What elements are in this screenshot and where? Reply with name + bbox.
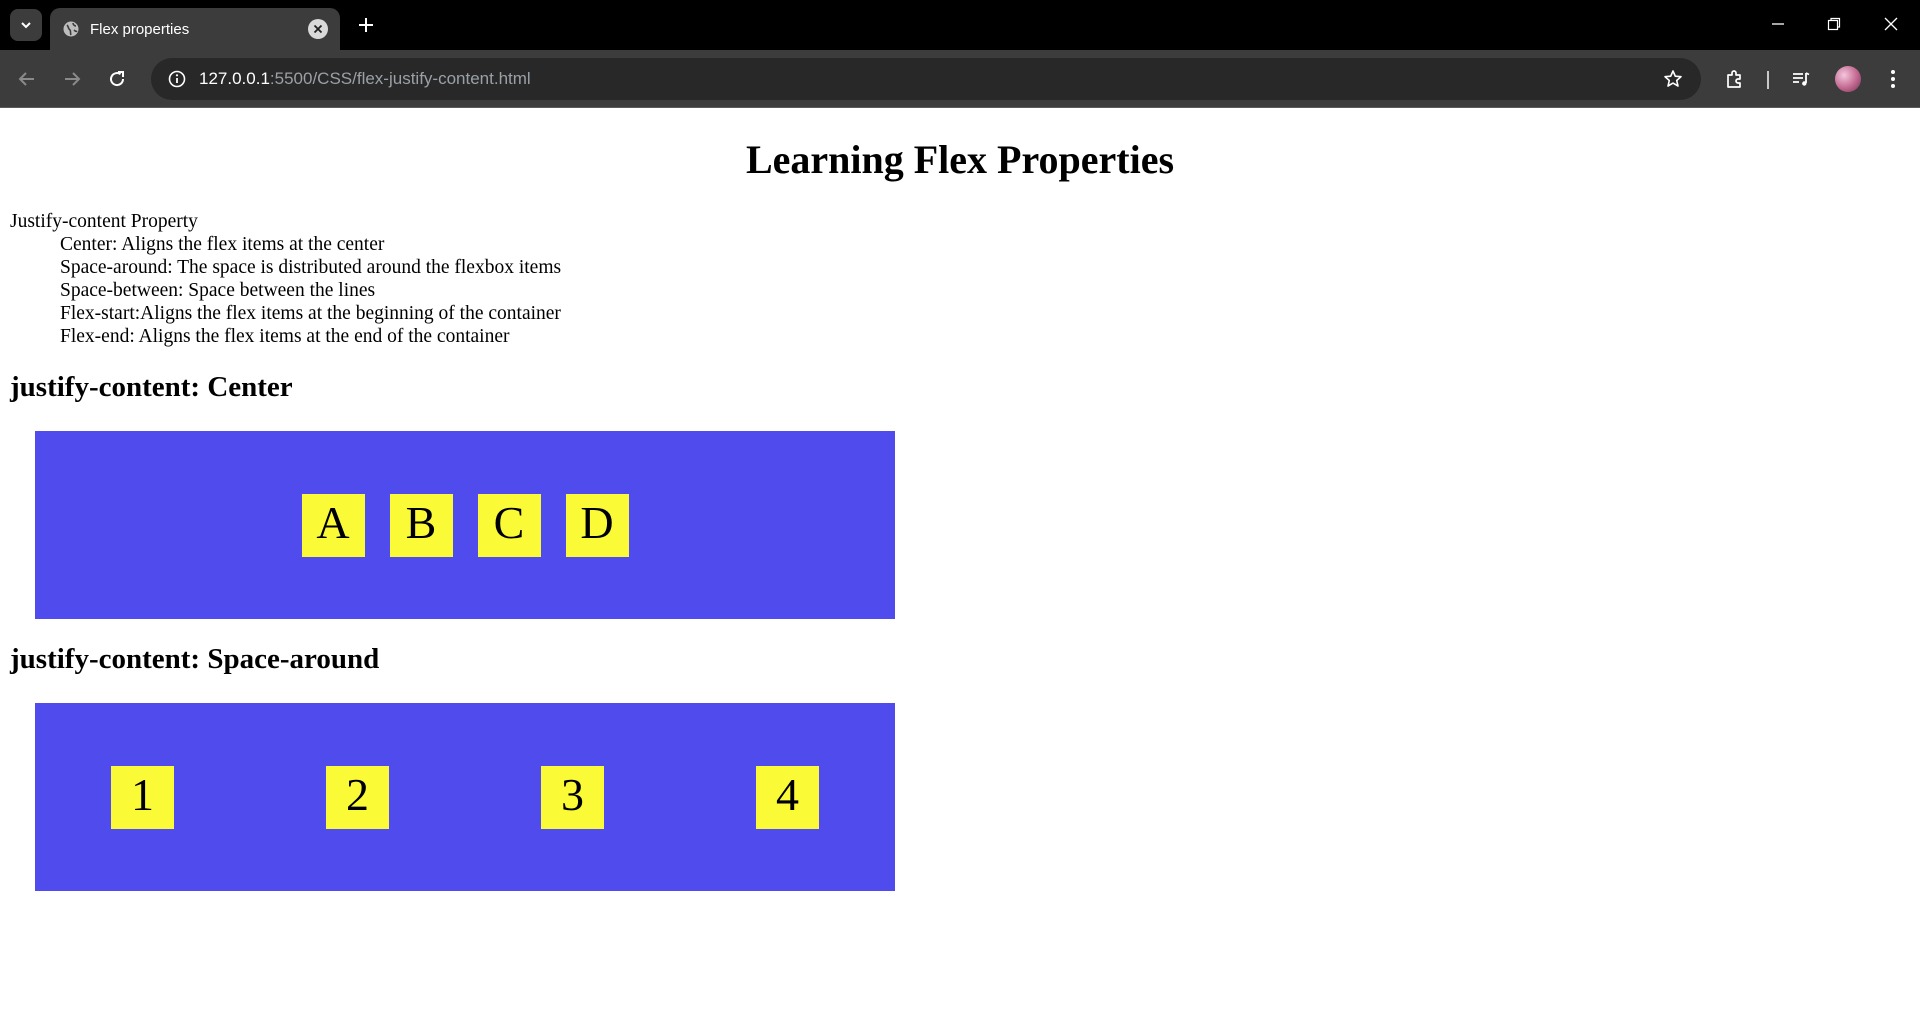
active-tab[interactable]: Flex properties [50,8,340,50]
flex-item: 2 [326,765,389,829]
list-item: Flex-end: Aligns the flex items at the e… [60,326,510,347]
minimize-button[interactable] [1756,8,1800,40]
restore-icon [1827,17,1841,31]
tab-title: Flex properties [90,20,190,38]
new-tab-button[interactable] [352,11,380,39]
list-item: Center: Aligns the flex items at the cen… [60,234,385,255]
url-path: :5500/CSS/flex-justify-content.html [269,69,531,88]
info-icon[interactable] [157,59,197,99]
intro-block: Justify-content Property Center: Aligns … [10,210,561,348]
section-heading-center: justify-content: Center [10,371,293,403]
forward-arrow-icon [65,72,81,86]
flex-item: D [565,493,629,557]
property-list: Center: Aligns the flex items at the cen… [10,233,561,348]
page-title: Learning Flex Properties [745,137,1175,182]
reload-icon [110,71,125,87]
flex-item: 4 [756,765,819,829]
tab-strip: Flex properties [0,0,1920,50]
kebab-menu-icon[interactable] [1877,63,1909,95]
back-arrow-icon [18,72,34,86]
window-close-icon [1884,17,1898,31]
url-host: 127.0.0.1 [199,69,270,88]
flex-item: C [477,493,541,557]
flex-item: 3 [541,765,604,829]
flex-container-space-around: 1 2 3 4 [35,703,895,891]
address-bar[interactable]: 127.0.0.1:5500/CSS/flex-justify-content.… [151,58,1701,100]
extensions-icon[interactable] [1719,63,1751,95]
reload-button[interactable] [101,63,133,95]
toolbar-divider [1767,71,1769,89]
list-item: Flex-start:Aligns the flex items at the … [60,303,561,324]
back-button[interactable] [11,63,43,95]
section-heading-space-around: justify-content: Space-around [10,643,380,675]
flex-container-center: A B C D [35,431,895,619]
flex-item: B [389,493,453,557]
star-icon[interactable] [1657,63,1689,95]
flex-item: A [301,493,365,557]
tab-search-button[interactable] [10,9,42,41]
profile-avatar[interactable] [1835,66,1861,92]
url-text[interactable]: 127.0.0.1:5500/CSS/flex-justify-content.… [199,69,531,89]
restore-button[interactable] [1812,8,1856,40]
flex-item: 1 [111,765,174,829]
tab-search-icon [21,22,31,29]
plus-icon [359,18,373,32]
forward-button[interactable] [56,63,88,95]
intro-heading: Justify-content Property [10,211,198,232]
globe-icon [62,20,80,38]
page-content: Learning Flex Properties Justify-content… [0,108,1920,1020]
list-item: Space-around: The space is distributed a… [60,257,562,278]
close-icon[interactable] [308,19,328,39]
window-close-button[interactable] [1869,8,1913,40]
media-control-icon[interactable] [1785,63,1817,95]
browser-toolbar: 127.0.0.1:5500/CSS/flex-justify-content.… [0,50,1920,108]
list-item: Space-between: Space between the lines [60,280,376,301]
minimize-icon [1772,23,1784,25]
